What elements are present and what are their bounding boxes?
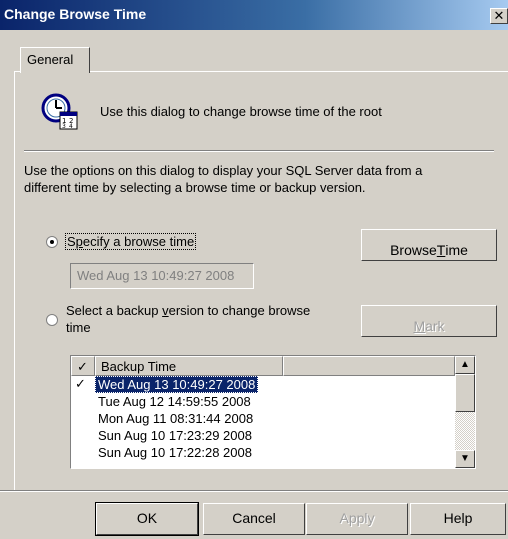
list-header: ✓ Backup Time	[71, 356, 455, 376]
close-button[interactable]: ✕	[490, 8, 508, 24]
backup-time-value: Sun Aug 10 17:22:28 2008	[98, 445, 252, 460]
mark-button-label: Mark	[413, 318, 445, 334]
tab-general[interactable]: General	[20, 47, 90, 73]
vertical-scrollbar[interactable]: ▲ ▼	[455, 356, 475, 468]
list-item[interactable]: Tue Aug 12 14:59:55 2008	[71, 393, 455, 410]
backup-time-value: Mon Aug 11 08:31:44 2008	[98, 411, 254, 426]
backup-time-value: Sun Aug 10 17:23:29 2008	[98, 428, 252, 443]
specify-browse-time-label[interactable]: Specify a browse time	[64, 233, 197, 250]
header-description: Use this dialog to change browse time of…	[100, 104, 382, 119]
backup-version-label-line2[interactable]: time	[66, 320, 91, 335]
checkmark-icon: ✓	[75, 376, 86, 391]
close-icon: ✕	[493, 8, 505, 23]
browse-time-field: Wed Aug 13 10:49:27 2008	[70, 263, 254, 289]
check-column-header[interactable]: ✓	[71, 356, 95, 376]
apply-button[interactable]: Apply	[306, 503, 408, 535]
scroll-down-icon: ▼	[460, 453, 470, 464]
backup-version-label-line1[interactable]: Select a backup version to change browse	[66, 303, 310, 318]
list-item[interactable]: Sun Aug 10 17:23:29 2008	[71, 427, 455, 444]
empty-column-header	[283, 356, 455, 376]
window-title: Change Browse Time	[4, 6, 147, 22]
backup-time-value: Tue Aug 12 14:59:55 2008	[98, 394, 251, 409]
footer-separator	[0, 490, 508, 492]
tab-general-label: General	[27, 52, 74, 67]
info-text-line1: Use the options on this dialog to displa…	[24, 163, 423, 178]
radio-specify-browse-time[interactable]	[46, 236, 58, 248]
backup-time-value: Wed Aug 13 10:49:27 2008	[95, 376, 259, 393]
separator	[24, 150, 494, 152]
scroll-down-button[interactable]: ▼	[455, 450, 475, 468]
list-item[interactable]: Mon Aug 11 08:31:44 2008	[71, 410, 455, 427]
backup-list[interactable]: ✓ Backup Time ✓ Wed Aug 13 10:49:27 2008…	[70, 355, 476, 469]
title-bar[interactable]: Change Browse Time	[0, 0, 508, 30]
cancel-button[interactable]: Cancel	[203, 503, 305, 535]
list-item[interactable]: ✓ Wed Aug 13 10:49:27 2008	[71, 376, 455, 393]
scroll-up-button[interactable]: ▲	[455, 356, 475, 374]
radio-backup-version[interactable]	[46, 314, 58, 326]
radio-selected-dot	[50, 240, 54, 244]
mark-button[interactable]: Mark	[361, 305, 497, 337]
svg-text:3: 3	[62, 123, 66, 130]
backup-time-column-header[interactable]: Backup Time	[95, 356, 283, 376]
svg-text:4: 4	[69, 123, 73, 130]
change-browse-time-dialog: Change Browse Time ✕ General 1 2 3 4 Use…	[0, 0, 508, 539]
clock-calendar-icon: 1 2 3 4	[41, 93, 78, 130]
browse-time-button[interactable]: Browse Time	[361, 229, 497, 261]
scroll-up-icon: ▲	[460, 359, 470, 370]
browse-time-button-label: Browse Time	[390, 242, 468, 258]
list-item[interactable]: Sun Aug 10 17:22:28 2008	[71, 444, 455, 461]
ok-button[interactable]: OK	[95, 502, 199, 536]
help-button[interactable]: Help	[410, 503, 506, 535]
info-text-line2: different time by selecting a browse tim…	[24, 180, 366, 195]
scroll-thumb[interactable]	[455, 374, 475, 412]
